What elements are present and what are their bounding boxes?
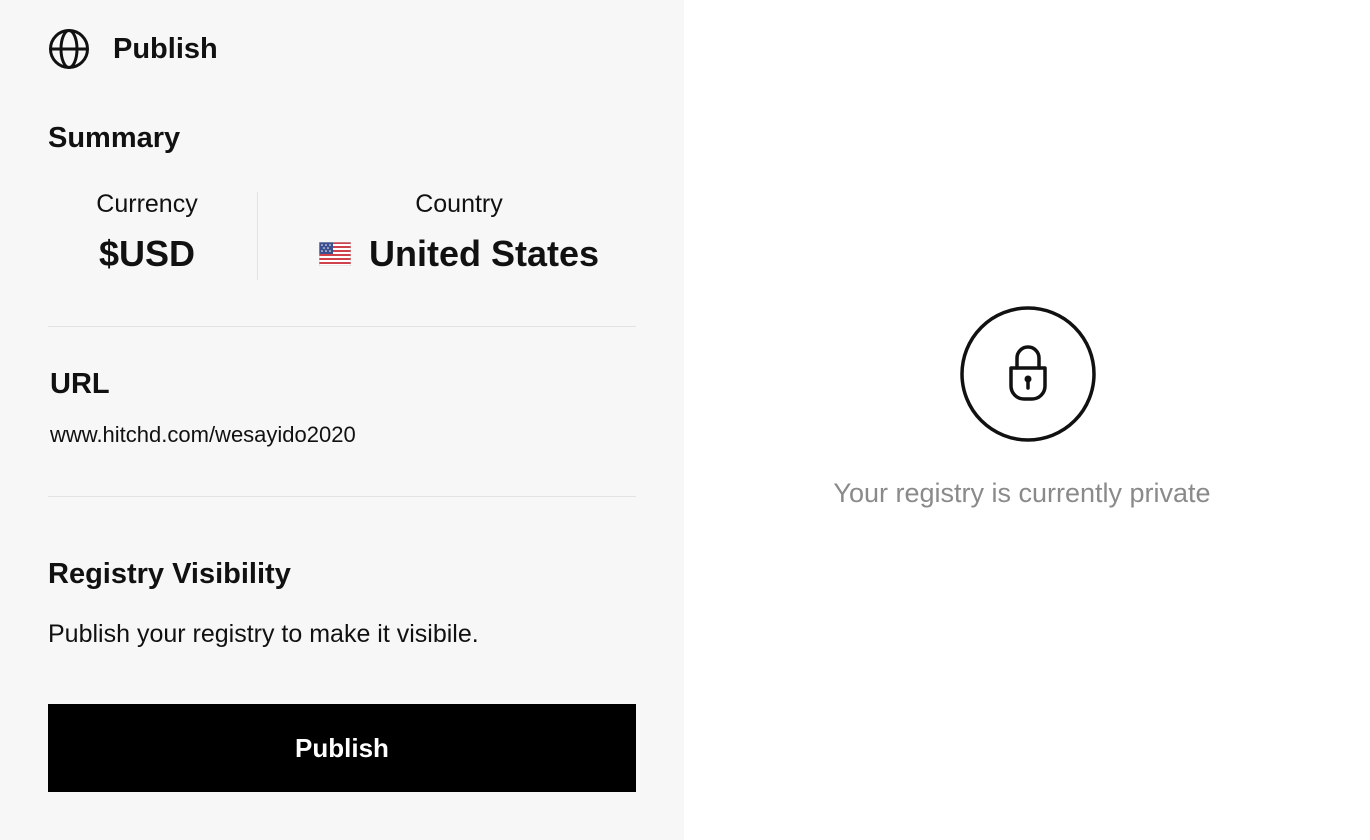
publish-sidebar: Publish Summary Currency $USD Country Un…	[0, 0, 684, 840]
country-label: Country	[415, 190, 503, 218]
publish-button[interactable]: Publish	[48, 704, 636, 792]
summary-title: Summary	[48, 122, 181, 154]
private-status-message: Your registry is currently private	[833, 478, 1211, 508]
country-value: United States	[368, 233, 600, 274]
registry-visibility-title: Registry Visibility	[48, 558, 291, 590]
currency-value: $USD	[98, 233, 196, 274]
divider	[48, 326, 636, 327]
url-title: URL	[50, 368, 110, 400]
page-title: Publish	[113, 32, 218, 65]
divider	[48, 496, 636, 497]
header: Publish	[48, 28, 218, 70]
globe-icon	[49, 29, 89, 69]
currency-label: Currency	[96, 190, 198, 218]
registry-visibility-description: Publish your registry to make it visibil…	[48, 620, 479, 648]
us-flag-icon	[318, 242, 351, 266]
country-summary: Country United States	[258, 190, 660, 275]
country-value-row: United States	[258, 233, 660, 275]
lock-icon	[960, 306, 1096, 442]
registry-url: www.hitchd.com/wesayido2020	[50, 422, 356, 447]
currency-summary: Currency $USD	[48, 190, 246, 275]
registry-status-panel: Your registry is currently private	[684, 0, 1370, 840]
